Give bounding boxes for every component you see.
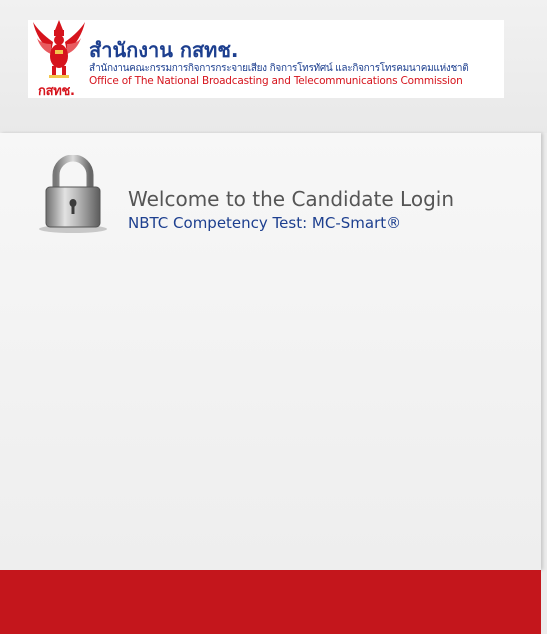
org-subtitle-thai: สำนักงานคณะกรรมการกิจการกระจายเสียง กิจก… xyxy=(89,63,469,74)
page-footer xyxy=(0,570,541,634)
logo-acronym: กสทช. xyxy=(38,84,75,99)
padlock-icon xyxy=(39,155,107,233)
welcome-heading: Welcome to the Candidate Login xyxy=(128,187,455,211)
login-subtitle: NBTC Competency Test: MC-Smart® xyxy=(128,214,402,232)
org-subtitle-english: Office of The National Broadcasting and … xyxy=(89,75,463,87)
